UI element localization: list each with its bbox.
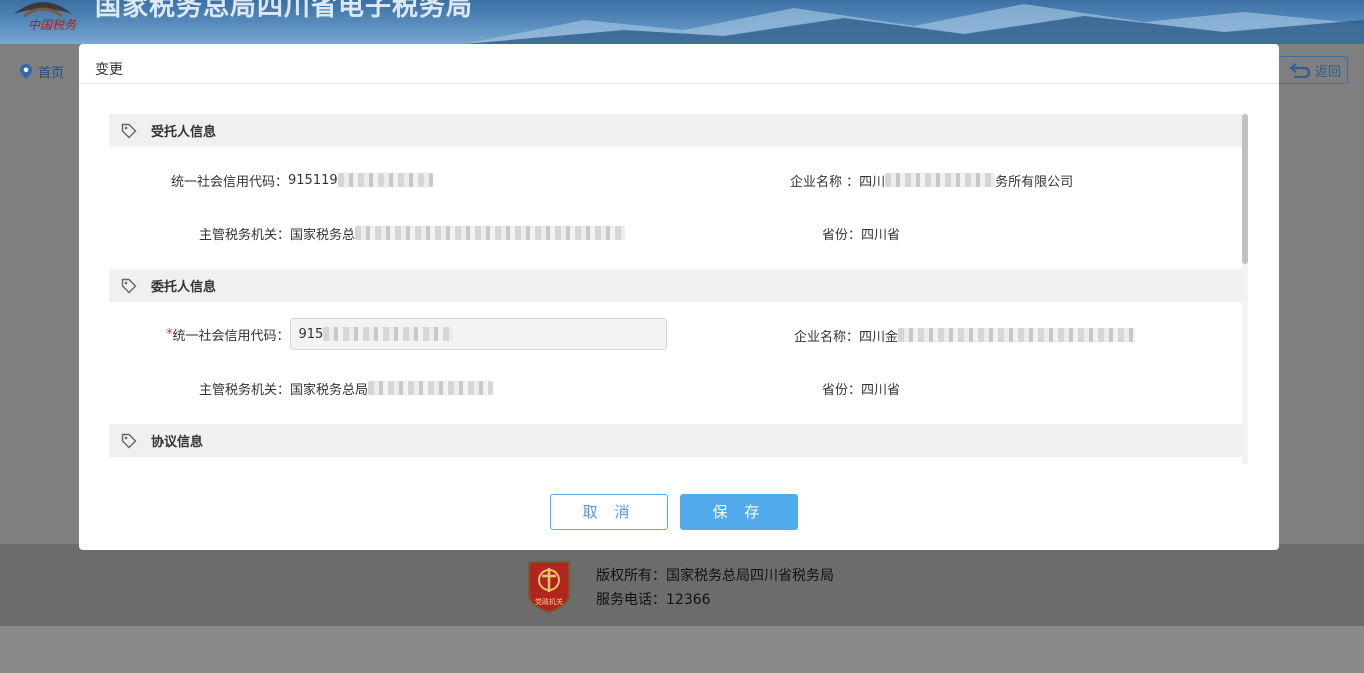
scrollbar-thumb[interactable]	[1242, 114, 1248, 264]
footer-copyright: 版权所有：国家税务总局四川省税务局	[596, 568, 834, 584]
back-button[interactable]: 返回	[1279, 56, 1348, 84]
trustee-province-value: 四川省	[861, 227, 901, 243]
section-header-principal: 委托人信息	[109, 269, 1242, 302]
principal-province: 省份： 四川省	[822, 378, 900, 398]
change-modal: 变更 受托人信息 统一社会信用代码： 915119 企业名称 ： 四川 务所有限…	[79, 44, 1279, 550]
principal-company-label: 企业名称：	[794, 329, 860, 345]
principal-tax-office-label: 主管税务机关：	[199, 382, 291, 398]
trustee-tax-office: 主管税务机关： 国家税务总	[199, 223, 626, 243]
trustee-company-prefix: 四川	[859, 174, 886, 190]
redacted-text	[355, 226, 626, 240]
principal-credit-code-label: 统一社会信用代码：	[172, 328, 290, 344]
section-title-trustee: 受托人信息	[151, 125, 217, 140]
section-header-trustee: 受托人信息	[109, 114, 1242, 147]
footer-phone: 服务电话：12366	[596, 592, 711, 608]
trustee-company-label: 企业名称 ：	[790, 174, 860, 190]
principal-tax-office-value: 国家税务总局	[290, 382, 369, 398]
principal-credit-code-input-value: 915	[298, 326, 324, 342]
trustee-company-name: 企业名称 ： 四川 务所有限公司	[790, 170, 1073, 190]
principal-company-name: 企业名称： 四川金	[794, 325, 1136, 345]
section-title-principal: 委托人信息	[151, 280, 217, 295]
section-title-agreement: 协议信息	[151, 435, 204, 450]
principal-credit-code: * 统一社会信用代码： 915	[166, 318, 667, 350]
location-pin-icon	[20, 64, 32, 79]
modal-divider	[79, 83, 1279, 84]
back-button-label: 返回	[1314, 64, 1341, 80]
trustee-tax-office-label: 主管税务机关：	[199, 227, 291, 243]
modal-scroll-area[interactable]: 受托人信息 统一社会信用代码： 915119 企业名称 ： 四川 务所有限公司 …	[109, 114, 1249, 464]
principal-province-value: 四川省	[861, 382, 901, 398]
trustee-company-suffix: 务所有限公司	[995, 174, 1074, 190]
principal-company-prefix: 四川金	[859, 329, 899, 345]
save-button[interactable]: 保 存	[680, 494, 798, 530]
trustee-province: 省份： 四川省	[822, 223, 900, 243]
section-header-agreement: 协议信息	[109, 424, 1242, 457]
mountain-banner-image	[464, 4, 1364, 44]
redacted-text	[337, 173, 433, 187]
trustee-province-label: 省份：	[822, 227, 862, 243]
tag-icon	[121, 123, 137, 138]
footer-info: 版权所有：国家税务总局四川省税务局 服务电话：12366	[596, 564, 834, 612]
modal-title: 变更	[95, 62, 123, 78]
return-arrow-icon	[1289, 63, 1311, 78]
site-header: 中国税务 国家税务总局四川省电子税务局	[0, 0, 1364, 44]
tag-icon	[121, 278, 137, 293]
logo-text: 中国税务	[28, 18, 77, 32]
redacted-text	[368, 381, 494, 395]
trustee-tax-office-value: 国家税务总	[290, 227, 356, 243]
tag-icon	[121, 433, 137, 448]
principal-credit-code-input[interactable]: 915	[289, 318, 667, 350]
party-government-badge-icon: 党政机关	[528, 561, 570, 614]
breadcrumb-home[interactable]: 首页	[38, 62, 64, 81]
badge-text: 党政机关	[535, 597, 563, 606]
breadcrumb[interactable]: 首页	[20, 62, 64, 81]
site-footer: 党政机关 版权所有：国家税务总局四川省税务局 服务电话：12366	[0, 544, 1364, 626]
trustee-credit-code-label: 统一社会信用代码：	[171, 174, 289, 190]
trustee-credit-code: 统一社会信用代码： 915119	[171, 170, 433, 190]
redacted-text	[323, 327, 454, 341]
cancel-button[interactable]: 取 消	[550, 494, 668, 530]
tax-logo: 中国税务	[10, 0, 76, 44]
principal-tax-office: 主管税务机关： 国家税务总局	[199, 378, 494, 398]
page-bottom	[0, 626, 1364, 673]
trustee-credit-code-value: 915119	[288, 172, 338, 188]
redacted-text	[885, 173, 996, 187]
principal-province-label: 省份：	[822, 382, 862, 398]
redacted-text	[898, 328, 1136, 342]
site-title: 国家税务总局四川省电子税务局	[95, 0, 474, 22]
